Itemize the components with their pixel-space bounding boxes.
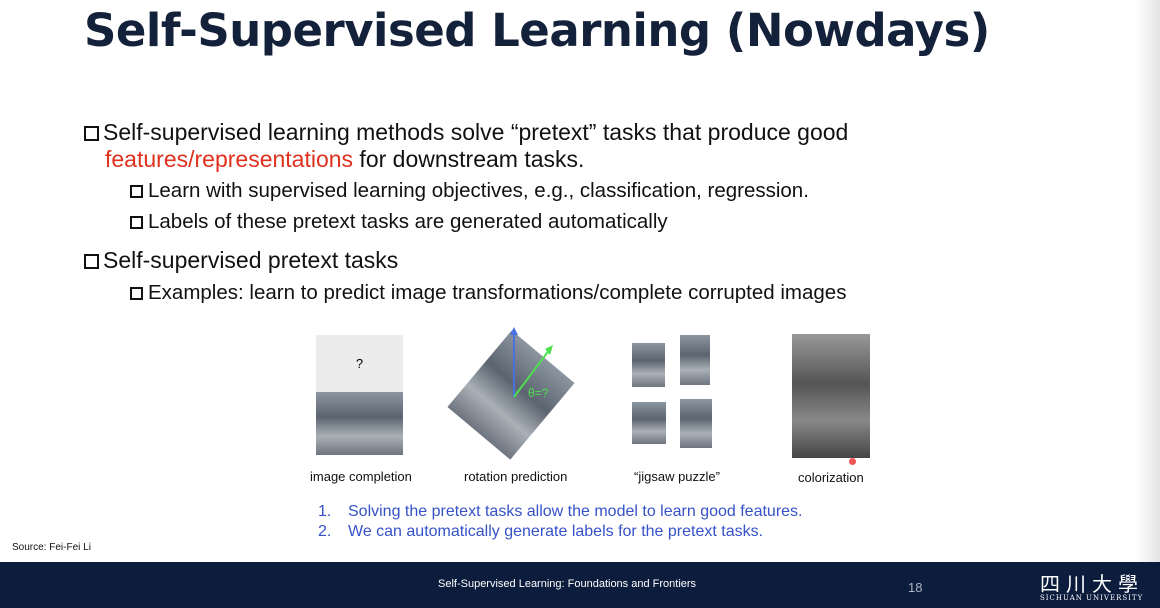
image-completion-figure: ? — [316, 335, 403, 455]
sub-bullet-1: Learn with supervised learning objective… — [130, 179, 809, 203]
caption-image-completion: image completion — [310, 469, 412, 484]
window-edge — [1136, 0, 1160, 562]
bullet-1: Self-supervised learning methods solve “… — [84, 119, 848, 146]
bullet-text: for downstream tasks. — [353, 146, 585, 172]
checkbox-bullet-icon — [84, 126, 99, 141]
sub-bullet-2: Labels of these pretext tasks are genera… — [130, 210, 668, 234]
checkbox-bullet-icon — [84, 254, 99, 269]
bullet-2: Self-supervised pretext tasks — [84, 247, 398, 274]
cat-image — [316, 392, 403, 455]
footer-title: Self-Supervised Learning: Foundations an… — [438, 578, 697, 590]
jigsaw-piece — [632, 402, 666, 444]
checkbox-bullet-icon — [130, 185, 143, 198]
slide-title: Self-Supervised Learning (Nowdays) — [84, 4, 990, 57]
jigsaw-piece — [680, 399, 712, 448]
missing-region: ? — [316, 335, 403, 392]
item-number: 2. — [318, 523, 332, 540]
jigsaw-piece — [680, 335, 710, 385]
checkbox-bullet-icon — [130, 216, 143, 229]
caption-jigsaw-puzzle: “jigsaw puzzle” — [634, 469, 720, 484]
footer-bar: Self-Supervised Learning: Foundations an… — [0, 562, 1160, 608]
bullet-text: Examples: learn to predict image transfo… — [148, 281, 847, 304]
checkbox-bullet-icon — [130, 287, 143, 300]
bullet-text: Labels of these pretext tasks are genera… — [148, 210, 668, 233]
rotation-angle-label: θ=? — [528, 386, 549, 400]
caption-colorization: colorization — [798, 470, 864, 485]
bullet-text: Self-supervised pretext tasks — [103, 247, 399, 273]
item-text: We can automatically generate labels for… — [348, 523, 764, 540]
sub-bullet-3: Examples: learn to predict image transfo… — [130, 281, 846, 305]
cursor-dot — [849, 458, 856, 465]
grayscale-cat-image — [792, 334, 870, 458]
source-note: Source: Fei-Fei Li — [12, 542, 91, 553]
university-logo-subtitle: SICHUAN UNIVERSITY — [1040, 594, 1144, 602]
item-number: 1. — [318, 503, 332, 520]
bullet-1-cont: features/representations for downstream … — [105, 146, 584, 173]
university-logo: 四川大學 — [1040, 572, 1144, 596]
bullet-text: Learn with supervised learning objective… — [148, 179, 809, 202]
numbered-item-1: 1. Solving the pretext tasks allow the mo… — [318, 503, 802, 521]
numbered-item-2: 2. We can automatically generate labels f… — [318, 523, 763, 541]
bullet-text: Self-supervised learning methods solve “… — [103, 119, 849, 145]
caption-rotation-prediction: rotation prediction — [464, 469, 568, 484]
item-text: Solving the pretext tasks allow the mode… — [348, 503, 803, 520]
jigsaw-piece — [632, 343, 665, 387]
highlight-text: features/representations — [105, 146, 354, 172]
page-number: 18 — [908, 580, 923, 595]
